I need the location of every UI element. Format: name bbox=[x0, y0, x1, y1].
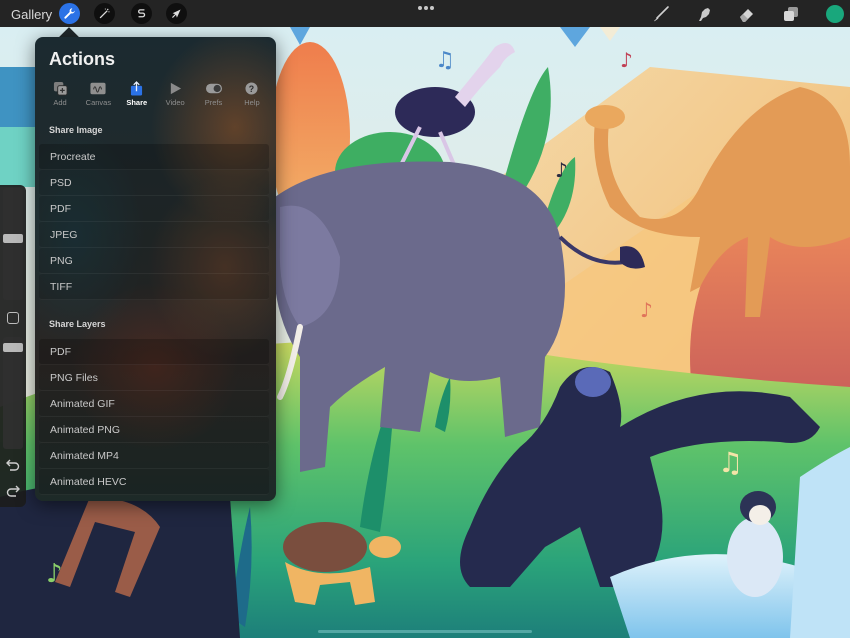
tab-label: Help bbox=[244, 98, 260, 107]
layers-icon bbox=[784, 7, 798, 21]
share-image-list: Procreate PSD PDF JPEG PNG TIFF bbox=[39, 144, 269, 300]
actions-button[interactable] bbox=[59, 3, 80, 24]
help-icon: ? bbox=[244, 80, 260, 96]
tab-label: Share bbox=[126, 98, 148, 107]
brush-size-thumb[interactable] bbox=[3, 234, 23, 243]
share-image-jpeg[interactable]: JPEG bbox=[39, 222, 269, 248]
smudge-finger-icon bbox=[699, 8, 710, 21]
share-layers-animated-mp4[interactable]: Animated MP4 bbox=[39, 443, 269, 469]
tab-help[interactable]: ? Help bbox=[233, 80, 271, 110]
left-sidebar bbox=[0, 185, 26, 507]
toggle-icon bbox=[205, 80, 222, 96]
svg-text:♪: ♪ bbox=[46, 559, 63, 589]
undo-icon bbox=[6, 459, 20, 471]
opacity-thumb[interactable] bbox=[3, 343, 23, 352]
share-image-heading: Share Image bbox=[49, 125, 103, 135]
selection-s-icon bbox=[138, 9, 146, 18]
share-icon bbox=[129, 80, 145, 96]
svg-text:♫: ♫ bbox=[435, 48, 455, 73]
tab-prefs[interactable]: Prefs bbox=[195, 80, 233, 110]
procreate-app: ♫ ♪ ♪ ♪ ♫ ♪ Gallery Actions Add Canvas S… bbox=[0, 0, 850, 638]
modify-button[interactable] bbox=[7, 312, 19, 324]
share-layers-pdf[interactable]: PDF bbox=[39, 339, 269, 365]
share-image-procreate[interactable]: Procreate bbox=[39, 144, 269, 170]
eraser-button[interactable] bbox=[737, 4, 757, 24]
color-picker-button[interactable] bbox=[826, 5, 844, 23]
opacity-slider[interactable] bbox=[3, 337, 23, 449]
tab-label: Add bbox=[53, 98, 67, 107]
eraser-icon bbox=[740, 9, 753, 22]
svg-text:♪: ♪ bbox=[555, 158, 568, 182]
more-options-button[interactable] bbox=[418, 6, 434, 10]
gallery-button[interactable]: Gallery bbox=[11, 7, 52, 22]
redo-icon bbox=[6, 485, 20, 497]
play-icon bbox=[167, 80, 183, 96]
add-layer-icon bbox=[52, 80, 68, 96]
panel-title: Actions bbox=[49, 49, 116, 69]
magic-wand-icon bbox=[99, 8, 110, 19]
adjustments-button[interactable] bbox=[94, 3, 115, 24]
svg-text:♪: ♪ bbox=[620, 48, 633, 72]
svg-text:♪: ♪ bbox=[640, 298, 653, 322]
share-layers-png-files[interactable]: PNG Files bbox=[39, 365, 269, 391]
canvas-icon bbox=[90, 80, 106, 96]
brush-button[interactable] bbox=[651, 4, 671, 24]
share-layers-list: PDF PNG Files Animated GIF Animated PNG … bbox=[39, 339, 269, 495]
selection-button[interactable] bbox=[131, 3, 152, 24]
share-layers-animated-hevc[interactable]: Animated HEVC bbox=[39, 469, 269, 495]
svg-text:?: ? bbox=[249, 83, 254, 93]
brush-icon bbox=[654, 6, 669, 22]
share-image-psd[interactable]: PSD bbox=[39, 170, 269, 196]
share-layers-heading: Share Layers bbox=[49, 319, 106, 329]
tab-label: Prefs bbox=[204, 98, 223, 107]
brush-size-slider[interactable] bbox=[3, 188, 23, 300]
home-indicator[interactable] bbox=[318, 630, 532, 633]
share-layers-animated-png[interactable]: Animated PNG bbox=[39, 417, 269, 443]
arrow-cursor-icon bbox=[172, 9, 181, 18]
svg-text:♫: ♫ bbox=[718, 446, 743, 479]
share-image-pdf[interactable]: PDF bbox=[39, 196, 269, 222]
share-image-tiff[interactable]: TIFF bbox=[39, 274, 269, 300]
ellipsis-icon bbox=[418, 6, 422, 10]
smudge-button[interactable] bbox=[694, 4, 714, 24]
top-toolbar: Gallery bbox=[0, 0, 850, 27]
share-image-png[interactable]: PNG bbox=[39, 248, 269, 274]
tab-label: Canvas bbox=[85, 98, 112, 107]
tab-video[interactable]: Video bbox=[156, 80, 194, 110]
redo-button[interactable] bbox=[5, 484, 21, 498]
tab-share[interactable]: Share bbox=[118, 80, 156, 110]
undo-button[interactable] bbox=[5, 458, 21, 472]
wrench-icon bbox=[64, 8, 75, 19]
share-layers-animated-gif[interactable]: Animated GIF bbox=[39, 391, 269, 417]
tab-canvas[interactable]: Canvas bbox=[79, 80, 117, 110]
tab-label: Video bbox=[165, 98, 185, 107]
layers-button[interactable] bbox=[781, 4, 801, 24]
actions-tabs: Add Canvas Share Video Prefs ? Help bbox=[41, 80, 271, 110]
actions-panel: Actions Add Canvas Share Video Prefs ? H… bbox=[35, 37, 276, 501]
tab-add[interactable]: Add bbox=[41, 80, 79, 110]
transform-button[interactable] bbox=[166, 3, 187, 24]
